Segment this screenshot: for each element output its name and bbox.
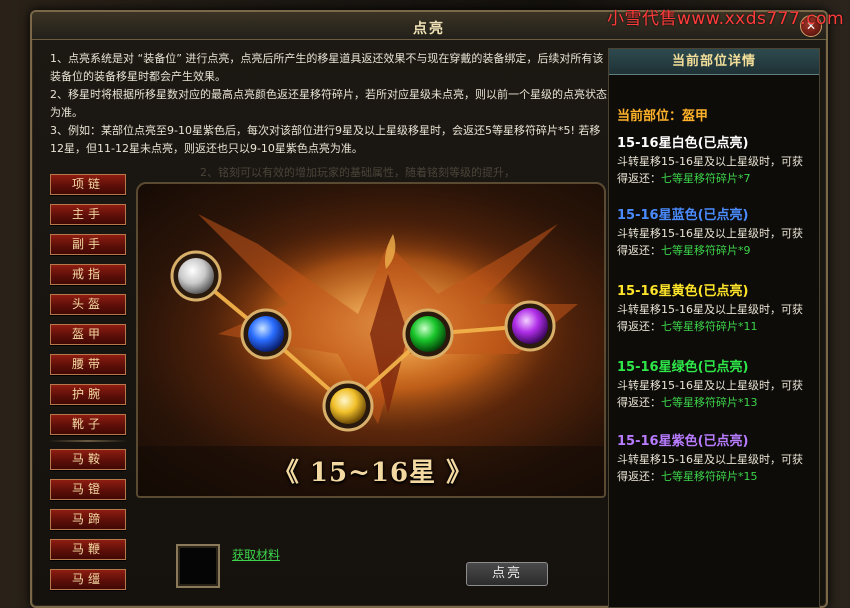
tier-yellow: 15-16星黄色(已点亮) 斗转星移15-16星及以上星级时，可获 得返还：七等…: [617, 283, 817, 335]
tier-purple-desc: 斗转星移15-16星及以上星级时，可获: [617, 453, 803, 466]
rule-line-3: 3、例如：某部位点亮至9-10星紫色后，每次对该部位进行9星及以上星级移星时，会…: [50, 124, 601, 155]
slot-list-divider: [48, 440, 128, 442]
slot-button-boots[interactable]: 靴子: [50, 414, 126, 435]
phoenix-artwork: [138, 214, 604, 496]
slot-button-main-hand[interactable]: 主手: [50, 204, 126, 225]
slot-button-necklace[interactable]: 项链: [50, 174, 126, 195]
orb-purple-icon[interactable]: [504, 300, 556, 352]
tier-banner: 《 15~16星 》: [258, 452, 488, 490]
tier-green-desc: 斗转星移15-16星及以上星级时，可获: [617, 379, 803, 392]
tier-yellow-prefix: 得返还：: [617, 320, 661, 333]
slot-button-belt[interactable]: 腰带: [50, 354, 126, 375]
ignite-dialog: 点亮 ✕ 1、点亮系统是对 “装备位” 进行点亮，点亮后所产生的移星道具返还效果…: [30, 10, 828, 608]
tier-white-reward: 七等星移符碎片*7: [661, 172, 751, 185]
tier-blue-desc: 斗转星移15-16星及以上星级时，可获: [617, 227, 803, 240]
orb-blue-icon[interactable]: [240, 308, 292, 360]
slot-button-bracer[interactable]: 护腕: [50, 384, 126, 405]
tier-purple-prefix: 得返还：: [617, 470, 661, 483]
tier-green-prefix: 得返还：: [617, 396, 661, 409]
star-constellation-scene: 《 15~16星 》: [136, 182, 606, 498]
rule-line-2: 2、移星时将根据所移星数对应的最高点亮颜色返还星移符碎片，若所对应星级未点亮，则…: [50, 88, 607, 119]
tier-blue: 15-16星蓝色(已点亮) 斗转星移15-16星及以上星级时，可获 得返还：七等…: [617, 207, 817, 259]
tier-white-prefix: 得返还：: [617, 172, 661, 185]
slot-button-off-hand[interactable]: 副手: [50, 234, 126, 255]
ignite-button[interactable]: 点亮: [466, 562, 548, 586]
slot-button-horseshoe[interactable]: 马蹄: [50, 509, 126, 530]
slot-button-stirrup[interactable]: 马镫: [50, 479, 126, 500]
material-slot[interactable]: [176, 544, 220, 588]
slot-button-whip[interactable]: 马鞭: [50, 539, 126, 560]
tier-purple-reward: 七等星移符碎片*15: [661, 470, 758, 483]
tier-white-desc: 斗转星移15-16星及以上星级时，可获: [617, 155, 803, 168]
orb-white-icon[interactable]: [170, 250, 222, 302]
current-part: 当前部位：盔甲: [617, 105, 708, 124]
tier-green-reward: 七等星移符碎片*13: [661, 396, 758, 409]
slot-button-armor[interactable]: 盔甲: [50, 324, 126, 345]
slot-button-ring[interactable]: 戒指: [50, 264, 126, 285]
details-panel: 当前部位详情 当前部位：盔甲 15-16星白色(已点亮) 斗转星移15-16星及…: [608, 48, 820, 608]
tier-blue-prefix: 得返还：: [617, 244, 661, 257]
tier-yellow-desc: 斗转星移15-16星及以上星级时，可获: [617, 303, 803, 316]
next-tier-arrow[interactable]: 》: [446, 458, 473, 488]
current-part-label: 当前部位：: [617, 109, 683, 124]
tier-green: 15-16星绿色(已点亮) 斗转星移15-16星及以上星级时，可获 得返还：七等…: [617, 359, 817, 411]
seller-watermark: 小雪代售www.xxds777.com: [607, 9, 844, 29]
rule-line-1: 1、点亮系统是对 “装备位” 进行点亮，点亮后所产生的移星道具返还效果不与现在穿…: [50, 52, 604, 83]
tier-blue-reward: 七等星移符碎片*9: [661, 244, 751, 257]
tier-white: 15-16星白色(已点亮) 斗转星移15-16星及以上星级时，可获 得返还：七等…: [617, 135, 817, 187]
background-hint-text: 2、铭刻可以有效的增加玩家的基础属性，随着铭刻等级的提升，: [200, 166, 515, 179]
slot-button-reins[interactable]: 马缰: [50, 569, 126, 590]
tier-label: 15~16星: [309, 458, 437, 488]
current-part-value: 盔甲: [682, 109, 709, 124]
get-material-link[interactable]: 获取材料: [232, 546, 280, 563]
tier-purple: 15-16星紫色(已点亮) 斗转星移15-16星及以上星级时，可获 得返还：七等…: [617, 433, 817, 485]
tier-purple-title: 15-16星紫色(已点亮): [617, 434, 749, 449]
tier-white-title: 15-16星白色(已点亮): [617, 136, 749, 151]
prev-tier-arrow[interactable]: 《: [273, 458, 300, 488]
tier-yellow-title: 15-16星黄色(已点亮): [617, 284, 749, 299]
slot-button-helmet[interactable]: 头盔: [50, 294, 126, 315]
tier-blue-title: 15-16星蓝色(已点亮): [617, 208, 749, 223]
orb-yellow-icon[interactable]: [322, 380, 374, 432]
tier-yellow-reward: 七等星移符碎片*11: [661, 320, 758, 333]
tier-green-title: 15-16星绿色(已点亮): [617, 360, 749, 375]
rules-description: 1、点亮系统是对 “装备位” 进行点亮，点亮后所产生的移星道具返还效果不与现在穿…: [50, 50, 610, 158]
equipment-slot-list: 项链 主手 副手 戒指 头盔 盔甲 腰带 护腕 靴子 马鞍 马镫 马蹄 马鞭 马…: [48, 174, 130, 599]
slot-button-saddle[interactable]: 马鞍: [50, 449, 126, 470]
details-header: 当前部位详情: [609, 49, 819, 75]
orb-green-icon[interactable]: [402, 308, 454, 360]
